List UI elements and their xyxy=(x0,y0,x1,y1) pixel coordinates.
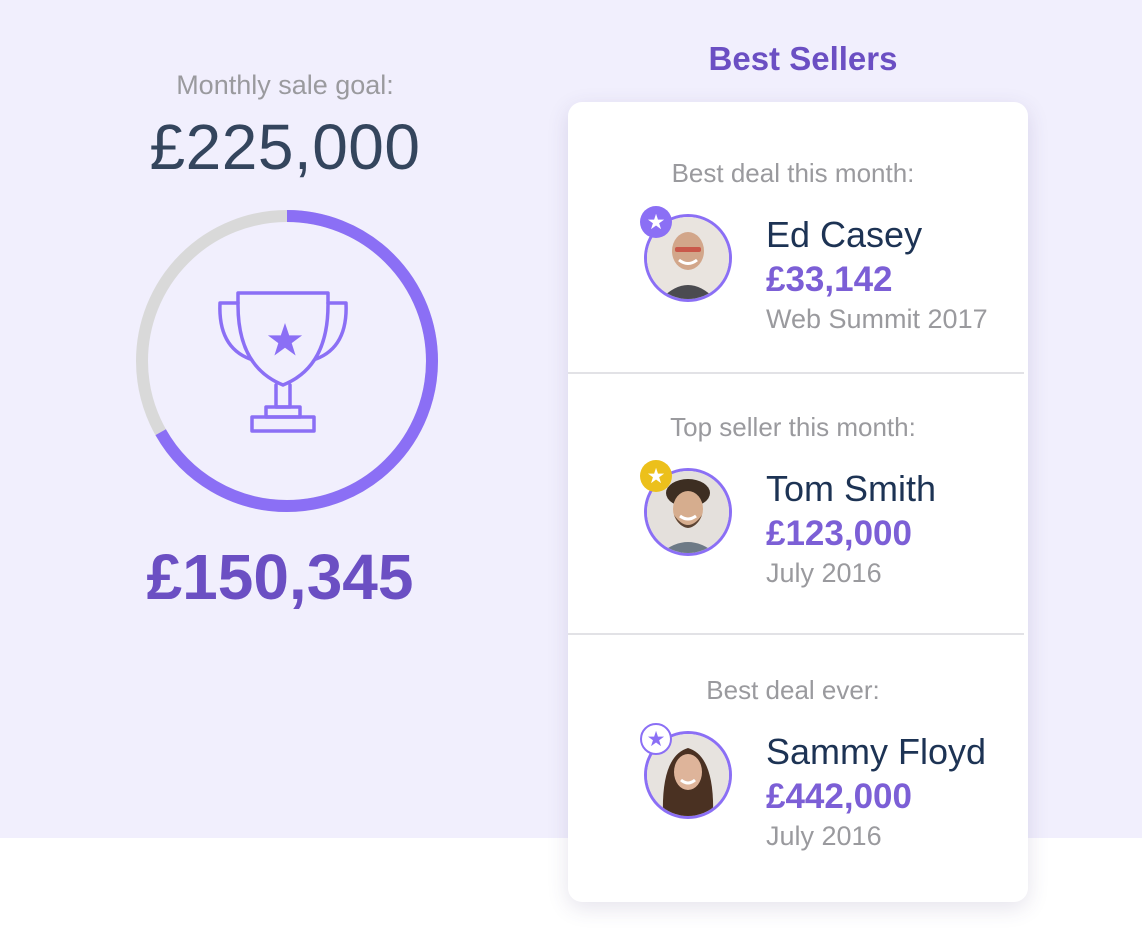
best-seller-entry[interactable]: Best deal ever: ★ Sammy Floyd £442,000 J… xyxy=(568,635,1028,902)
trophy-star xyxy=(267,323,303,356)
seller-detail: July 2016 xyxy=(766,558,882,588)
best-seller-entry[interactable]: Top seller this month: ★ Tom Smith £123,… xyxy=(568,374,1028,634)
entry-caption: Top seller this month: xyxy=(670,412,916,442)
goal-label: Monthly sale goal: xyxy=(176,70,394,100)
entry-caption: Best deal this month: xyxy=(671,158,915,188)
seller-detail: Web Summit 2017 xyxy=(766,304,988,334)
best-sellers-card: Best deal this month: ★ Ed Casey £33,142… xyxy=(568,102,1028,902)
gold-star-icon: ★ xyxy=(640,460,672,492)
goal-target-value: £225,000 xyxy=(149,111,421,183)
seller-name: Sammy Floyd xyxy=(766,731,987,772)
seller-detail: July 2016 xyxy=(766,821,882,851)
best-seller-entry[interactable]: Best deal this month: ★ Ed Casey £33,142… xyxy=(568,102,1028,374)
seller-amount: £33,142 xyxy=(766,260,893,299)
purple-star-icon: ★ xyxy=(640,206,672,238)
trophy-icon xyxy=(218,291,348,433)
seller-name: Ed Casey xyxy=(766,214,923,255)
best-sellers-title: Best Sellers xyxy=(708,40,898,77)
goal-current-value: £150,345 xyxy=(146,541,414,613)
seller-name: Tom Smith xyxy=(766,468,937,509)
seller-amount: £123,000 xyxy=(766,514,912,553)
seller-amount: £442,000 xyxy=(766,777,912,816)
outline-star-icon: ★ xyxy=(640,723,672,755)
entry-caption: Best deal ever: xyxy=(706,675,880,705)
